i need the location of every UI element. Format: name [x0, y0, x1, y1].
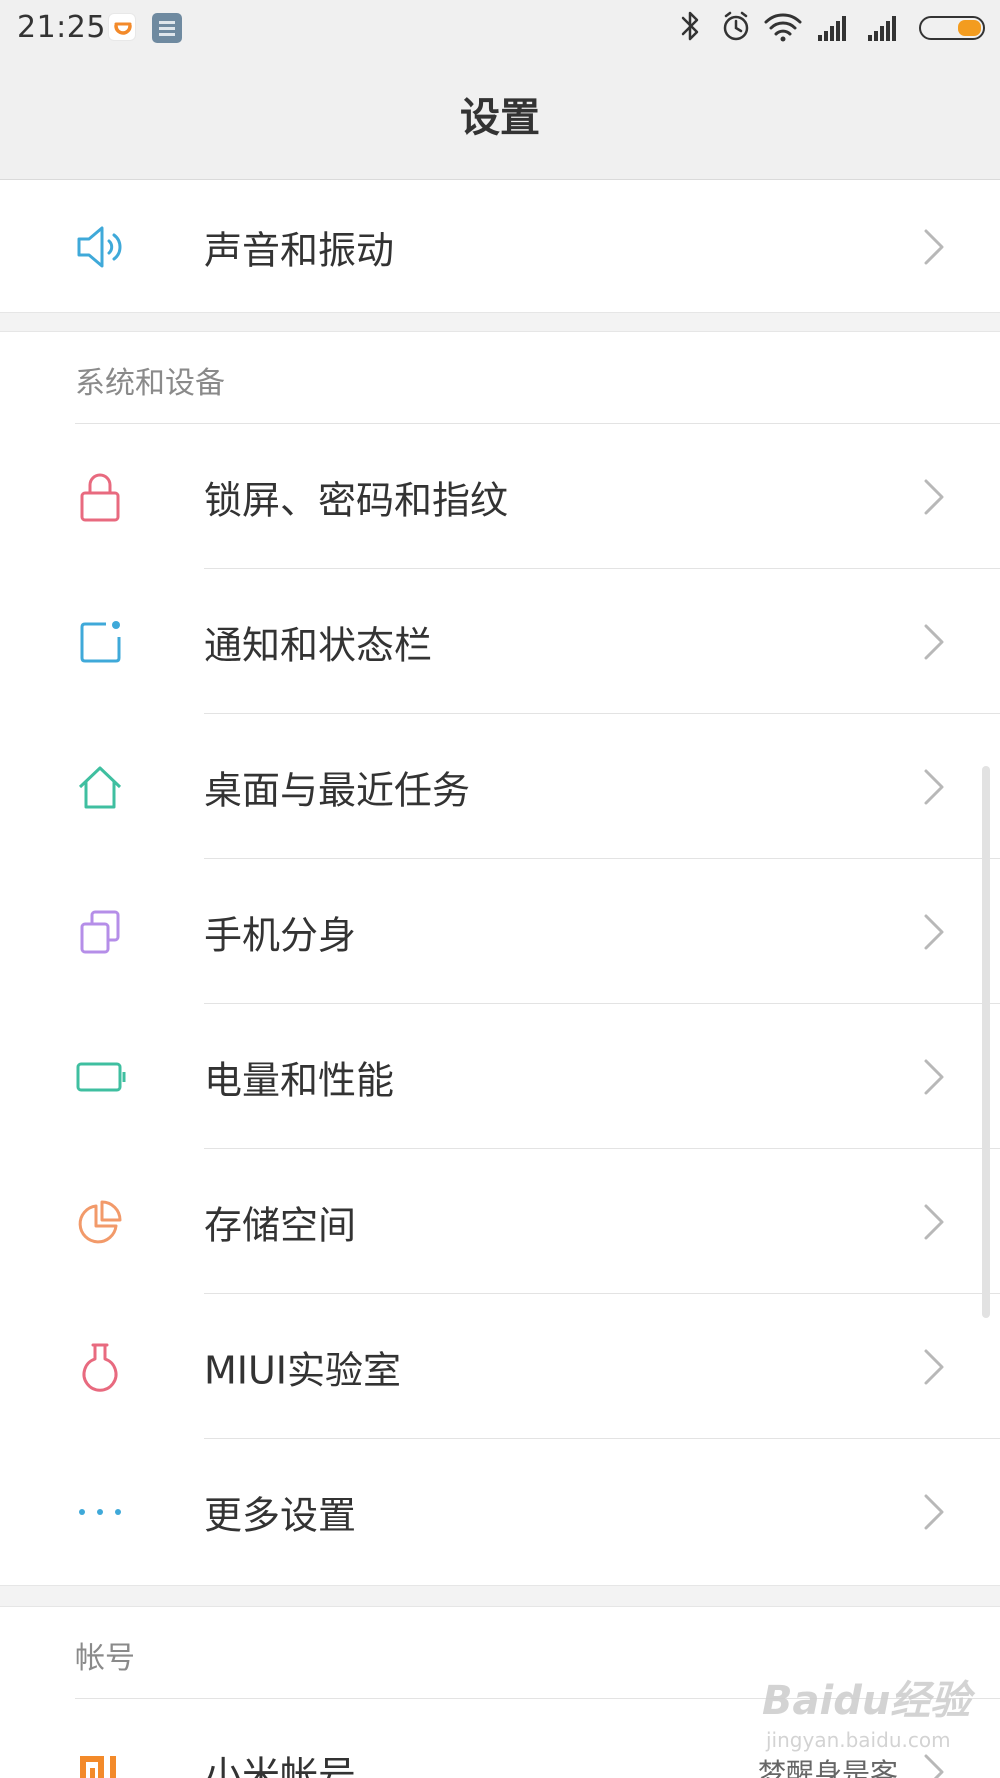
lock-icon: [72, 469, 128, 525]
bluetooth-icon: [681, 11, 699, 41]
home-icon: [72, 759, 128, 815]
settings-item-sound[interactable]: 声音和振动: [0, 181, 1000, 312]
chevron-right-icon: [920, 1055, 948, 1099]
settings-item-label: 存储空间: [204, 1203, 357, 1247]
storage-pie-icon: [72, 1194, 128, 1250]
chevron-right-icon: [920, 765, 948, 809]
scrollbar[interactable]: [982, 766, 990, 1318]
section-gap: [0, 312, 1000, 332]
settings-item-label: 锁屏、密码和指纹: [204, 478, 509, 522]
note-app-icon: [152, 13, 182, 43]
status-bar: 21:25: [0, 0, 1000, 56]
section-title: 系统和设备: [75, 366, 225, 401]
status-icons: [670, 0, 1000, 56]
signal-icon: [868, 16, 896, 41]
settings-item-storage[interactable]: 存储空间: [0, 1149, 1000, 1294]
battery-outline-icon: [72, 1049, 128, 1105]
battery-icon: [919, 16, 985, 40]
second-space-icon: [72, 904, 128, 960]
baidu-watermark: Baidu经验 jingyan.baidu.com: [762, 1668, 982, 1768]
chevron-right-icon: [920, 1345, 948, 1389]
page-title: 设置: [460, 95, 540, 141]
settings-item-label: 电量和性能: [204, 1058, 395, 1102]
settings-item-miui-lab[interactable]: MIUI实验室: [0, 1294, 1000, 1439]
settings-item-more[interactable]: 更多设置: [0, 1439, 1000, 1585]
settings-item-home-screen[interactable]: 桌面与最近任务: [0, 714, 1000, 859]
mi-logo-icon: [72, 1744, 128, 1778]
watermark-logo: Baidu经验: [762, 1678, 971, 1724]
settings-screen: 21:25 设置 声音和振动 系统和设备 锁屏、密码和指纹 通知和状态栏 桌面与…: [0, 0, 1000, 1778]
settings-item-battery[interactable]: 电量和性能: [0, 1004, 1000, 1149]
settings-item-label: 小米帐号: [204, 1753, 357, 1778]
signal-icon: [818, 16, 846, 41]
chevron-right-icon: [920, 1200, 948, 1244]
wifi-icon: [764, 13, 802, 42]
status-time: 21:25: [17, 10, 106, 45]
settings-item-label: 通知和状态栏: [204, 623, 433, 667]
settings-item-label: 桌面与最近任务: [204, 768, 471, 812]
settings-item-label: 更多设置: [204, 1493, 357, 1538]
title-bar: 设置: [0, 56, 1000, 180]
section-title: 帐号: [75, 1641, 135, 1676]
settings-item-label: 声音和振动: [204, 228, 395, 272]
didi-app-icon: [108, 13, 136, 41]
lab-flask-icon: [72, 1339, 128, 1395]
section-gap: [0, 1585, 1000, 1607]
settings-item-label: 手机分身: [204, 913, 357, 957]
chevron-right-icon: [920, 475, 948, 519]
more-dots-icon: [72, 1484, 128, 1540]
chevron-right-icon: [920, 910, 948, 954]
watermark-url: jingyan.baidu.com: [766, 1728, 951, 1752]
chevron-right-icon: [920, 620, 948, 664]
chevron-right-icon: [920, 1490, 948, 1534]
speaker-icon: [72, 219, 128, 275]
settings-item-second-space[interactable]: 手机分身: [0, 859, 1000, 1004]
alarm-icon: [723, 11, 749, 41]
section-header-system: 系统和设备: [0, 332, 1000, 424]
settings-item-lock-screen[interactable]: 锁屏、密码和指纹: [0, 424, 1000, 569]
chevron-right-icon: [920, 225, 948, 269]
settings-item-label: MIUI实验室: [204, 1348, 402, 1392]
settings-item-notifications[interactable]: 通知和状态栏: [0, 569, 1000, 714]
notification-icon: [72, 614, 128, 670]
